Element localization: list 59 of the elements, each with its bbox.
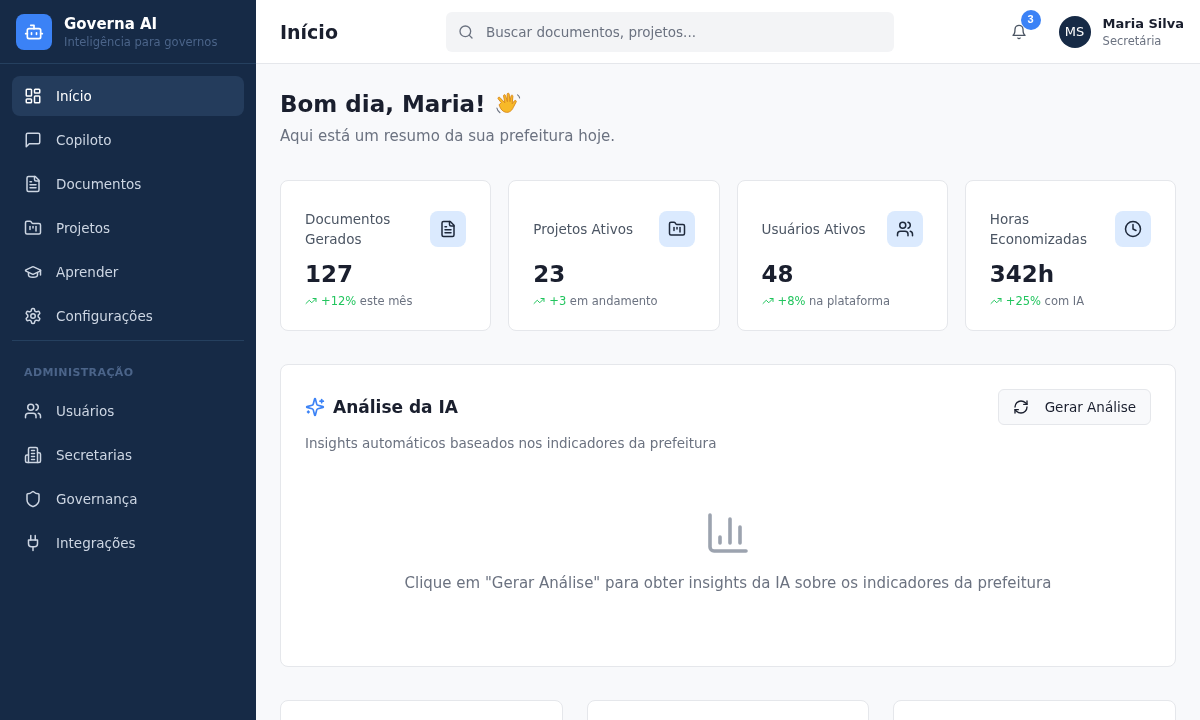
app-name: Governa AI (64, 14, 158, 34)
sidebar-nav-item[interactable]: Governança (12, 479, 244, 519)
building-icon (24, 446, 42, 464)
chat-bubble-icon (24, 131, 42, 149)
settings-icon (24, 307, 42, 325)
stat-change: +25% com IA (1005, 293, 1085, 309)
sidebar-nav-item[interactable]: Início (12, 76, 244, 116)
sidebar-nav-item[interactable]: Usuários (12, 391, 244, 431)
sidebar-nav-item[interactable]: Projetos (12, 208, 244, 248)
graduation-cap-icon (24, 263, 42, 281)
stat-value: 48 (761, 260, 794, 289)
bell-icon (1010, 23, 1027, 40)
document-icon (24, 175, 42, 193)
sidebar-nav-item[interactable]: Configurações (12, 296, 244, 336)
app-tagline: Inteligência para governos (64, 34, 218, 50)
stat-change: +8% na plataforma (777, 293, 890, 309)
trend-up-icon (305, 295, 317, 307)
robot-logo-icon (16, 14, 52, 50)
notification-count-badge: 3 (1020, 9, 1041, 30)
trend-up-icon (533, 295, 546, 307)
sidebar-nav-item[interactable]: Documentos (12, 164, 244, 204)
trend-up-icon (989, 295, 1002, 307)
section-heading: ADMINISTRAÇÃO (24, 365, 134, 381)
stat-change: +12% este mês (321, 293, 413, 309)
section-title: Análise da IA (333, 397, 458, 417)
sparkles-icon (305, 397, 325, 417)
user-name: Maria Silva (1102, 14, 1184, 33)
greeting-subtitle: Aqui está um resumo da sua prefeitura hoje. (280, 126, 616, 147)
user-avatar[interactable]: MS (1058, 15, 1091, 48)
sidebar-nav-item[interactable]: Aprender (12, 252, 244, 292)
stat-value: 127 (305, 260, 353, 289)
users-icon (886, 211, 923, 247)
section-subtitle: Insights automáticos baseados nos indicadores da prefeitura (305, 434, 717, 453)
search-icon (458, 23, 474, 40)
shield-icon (24, 490, 42, 508)
stat-label: Horas Economizadas (989, 210, 1088, 249)
stat-value: 342h (989, 260, 1055, 289)
sidebar-nav-item[interactable]: Secretarias (12, 435, 244, 475)
clock-icon (1115, 211, 1151, 247)
sidebar-nav-item[interactable]: Copiloto (12, 120, 244, 160)
dashboard-icon (24, 87, 42, 105)
search-field[interactable]: Buscar documentos, projetos... (446, 11, 894, 52)
user-role: Secretária (1102, 32, 1162, 49)
generate-analysis-button[interactable]: Gerar Análise (997, 389, 1151, 425)
folder-icon (24, 219, 42, 237)
stat-label: Usuários Ativos (761, 220, 866, 239)
folder-icon (658, 211, 695, 247)
document-icon (430, 211, 467, 247)
refresh-icon (1012, 399, 1029, 415)
stat-value: 23 (533, 260, 566, 289)
stat-label: Projetos Ativos (533, 220, 633, 239)
stat-label: Documentos Gerados (305, 210, 392, 249)
stat-change: +3 em andamento (549, 293, 658, 309)
sidebar-nav-item[interactable]: Integrações (12, 523, 244, 563)
users-icon (24, 402, 42, 420)
greeting-title: Bom dia, Maria! (280, 90, 486, 119)
empty-state-message: Clique em "Gerar Análise" para obter insights da IA sobre os indicadores da prefeitura (404, 573, 1052, 594)
page-title: Início (280, 20, 339, 43)
trend-up-icon (761, 295, 774, 307)
